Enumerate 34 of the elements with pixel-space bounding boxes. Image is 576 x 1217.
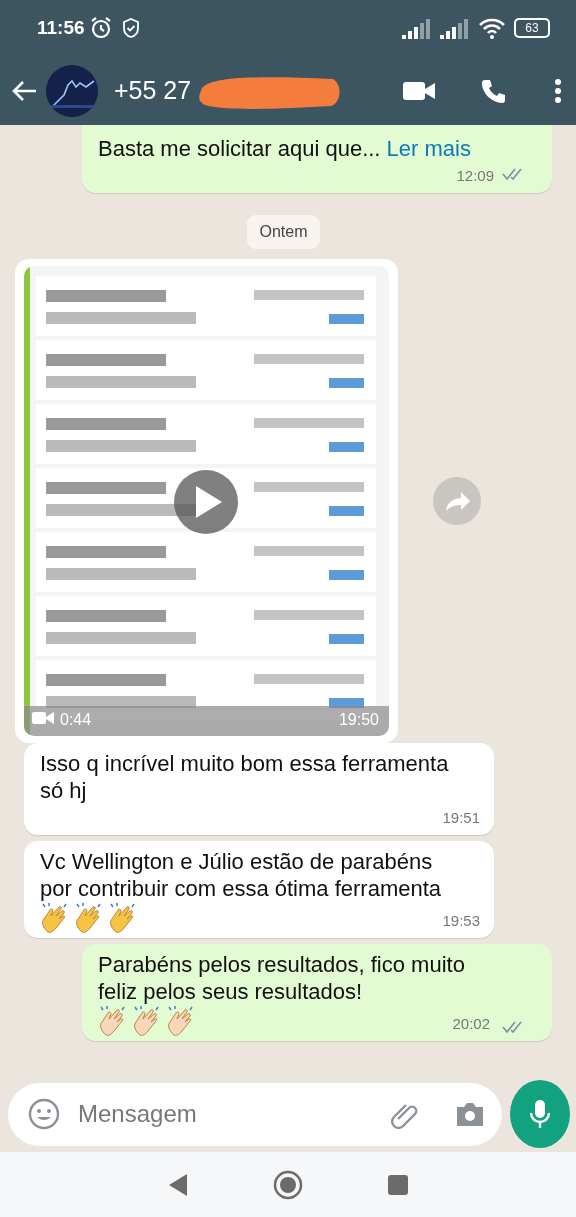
shield-icon	[120, 17, 141, 39]
signal-icon	[402, 17, 432, 39]
recents-icon[interactable]	[387, 1173, 409, 1196]
battery-indicator: 63	[514, 18, 550, 38]
signal-icon	[440, 17, 470, 39]
back-icon[interactable]	[167, 1172, 189, 1197]
message-text: Basta me solicitar aqui que... Ler mais	[98, 135, 472, 162]
message-field[interactable]: Mensagem	[8, 1082, 502, 1146]
message-text: Vc Wellington e Júlio estão de parabéns por contribuir com essa ótima ferramenta	[40, 848, 443, 902]
video-call-icon[interactable]	[403, 79, 435, 102]
back-arrow-icon[interactable]	[10, 78, 38, 103]
message-time: 19:51	[442, 808, 480, 828]
camera-icon[interactable]	[454, 1100, 486, 1128]
message-time: 12:09	[456, 166, 494, 186]
message-input[interactable]: Mensagem	[76, 1095, 390, 1133]
message-time: 19:50	[338, 710, 379, 730]
more-options-icon[interactable]	[554, 77, 562, 104]
home-icon[interactable]	[273, 1169, 303, 1200]
avatar	[46, 64, 98, 117]
wifi-icon	[478, 17, 506, 39]
read-more-link[interactable]: Ler mais	[386, 136, 471, 161]
date-chip: Ontem	[247, 215, 320, 249]
message-text: Isso q incrível muito bom essa ferramenta só hj	[40, 750, 450, 804]
phone-icon[interactable]	[480, 77, 506, 104]
message-text: Parabéns pelos resultados, fico muito feliz pelos seus resultados!	[98, 951, 466, 1005]
emoji-icon[interactable]	[28, 1098, 60, 1130]
message-time: 20:02	[452, 1014, 490, 1034]
microphone-icon	[529, 1099, 551, 1129]
video-camera-icon	[32, 710, 54, 726]
clock-time: 11:56	[37, 15, 85, 40]
video-message[interactable]: 0:44 19:50	[15, 259, 398, 743]
video-duration: 0:44	[60, 710, 92, 730]
contact-name[interactable]: +55 27	[114, 71, 192, 110]
message-time: 19:53	[442, 911, 480, 931]
